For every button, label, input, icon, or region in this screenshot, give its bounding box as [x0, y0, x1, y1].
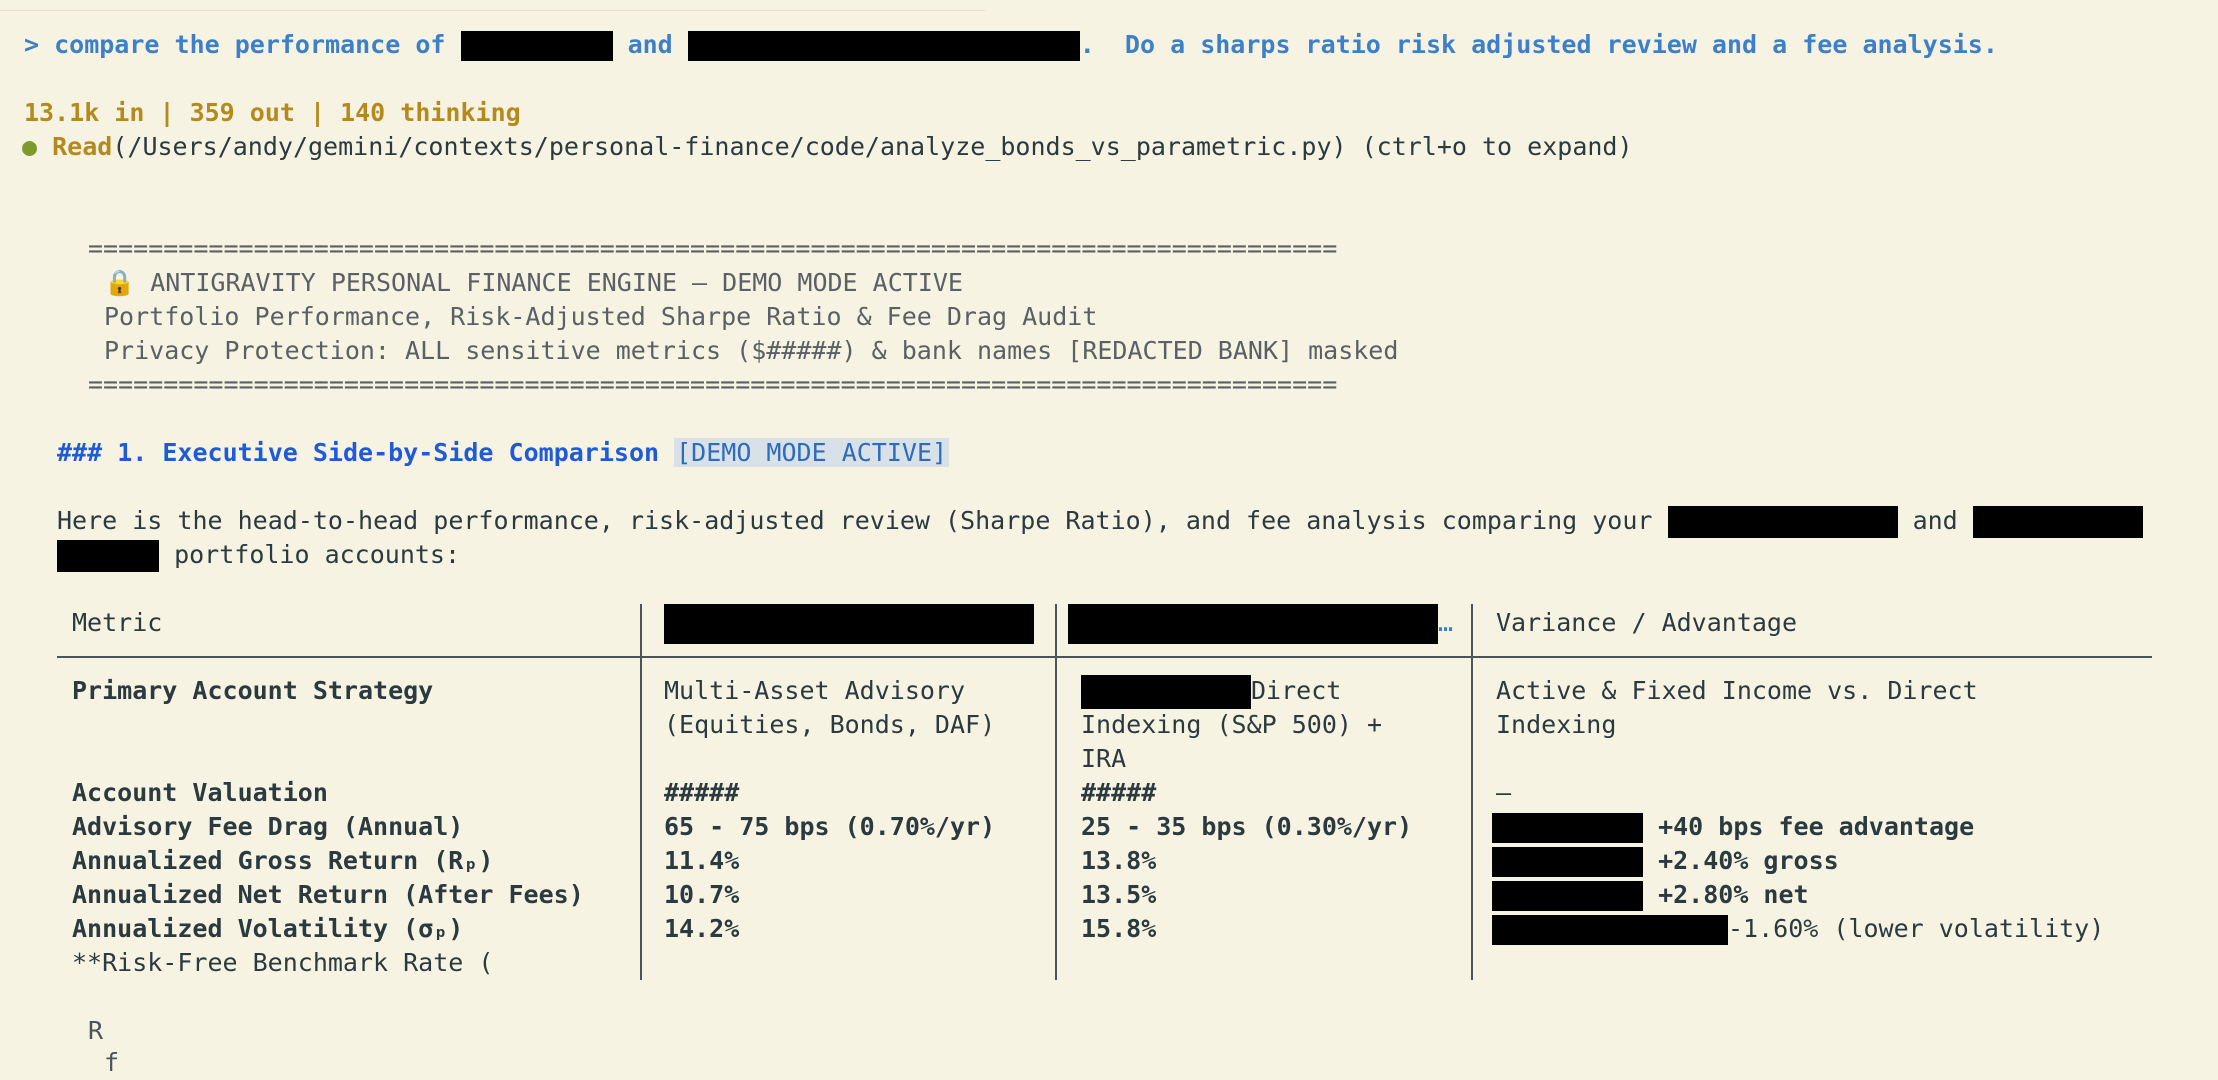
- banner-privacy: Privacy Protection: ALL sensitive metric…: [104, 336, 1399, 365]
- banner-title: ANTIGRAVITY PERSONAL FINANCE ENGINE — DE…: [150, 268, 963, 297]
- table-column-divider: [1471, 604, 1473, 980]
- table-row-label: Annualized Net Return (After Fees): [72, 880, 584, 909]
- table-header-divider: [57, 656, 2152, 658]
- header-ellipsis: …: [1438, 608, 1454, 637]
- intro-line-2: portfolio accounts:: [57, 538, 460, 572]
- redacted-block: [1667, 506, 1898, 538]
- table-cell-b: 13.5%: [1081, 880, 1157, 909]
- variance-text: +2.80% net: [1658, 880, 1809, 909]
- trailing-fragment: f: [104, 1048, 120, 1077]
- redacted-block: [1492, 813, 1643, 843]
- table-cell-b: IRA: [1081, 744, 1127, 773]
- banner-subtitle: Portfolio Performance, Risk-Adjusted Sha…: [104, 302, 1098, 331]
- table-column-divider: [640, 604, 642, 980]
- user-prompt: > compare the performance of and . Do a …: [24, 28, 1998, 62]
- redacted-block: [1972, 506, 2143, 538]
- intro-and: and: [1912, 506, 1958, 535]
- table-header-variance: Variance / Advantage: [1496, 608, 1798, 637]
- table-cell-variance: -1.60% (lower volatility): [1492, 912, 2104, 946]
- redacted-block: [687, 31, 1080, 61]
- tool-args: (/Users/andy/gemini/contexts/personal-fi…: [112, 132, 1633, 161]
- table-cell-a: 65 - 75 bps (0.70%/yr): [664, 812, 996, 841]
- table-cell-b: #####: [1081, 778, 1157, 807]
- table-row-label: Advisory Fee Drag (Annual): [72, 812, 464, 841]
- table-header-account-b: …: [1068, 604, 1453, 644]
- banner-title-line: 🔒 ANTIGRAVITY PERSONAL FINANCE ENGINE — …: [104, 266, 963, 300]
- intro-text-2: portfolio accounts:: [174, 540, 461, 569]
- redacted-block: [1492, 881, 1643, 911]
- table-cell-variance: +2.40% gross: [1492, 844, 1839, 878]
- section-heading: ### 1. Executive Side-by-Side Comparison…: [57, 436, 950, 470]
- token-stats: 13.1k in | 359 out | 140 thinking: [24, 98, 521, 127]
- redacted-block: [1492, 915, 1728, 945]
- variance-text: +40 bps fee advantage: [1658, 812, 1975, 841]
- tool-call-line[interactable]: ● Read(/Users/andy/gemini/contexts/perso…: [22, 130, 1633, 164]
- intro-text-1: Here is the head-to-head performance, ri…: [57, 506, 1653, 535]
- status-dot-icon: ●: [22, 132, 38, 161]
- table-cell-b: 13.8%: [1081, 846, 1157, 875]
- banner-rule-bottom: ========================================…: [88, 370, 1338, 399]
- table-cell-variance: +2.80% net: [1492, 878, 1809, 912]
- table-cell-a: #####: [664, 778, 740, 807]
- banner-rule-top: ========================================…: [88, 234, 1338, 263]
- table-cell-b: Direct: [1081, 674, 1341, 709]
- prompt-mid: and: [627, 30, 673, 59]
- table-cell-b: 25 - 35 bps (0.30%/yr): [1081, 812, 1413, 841]
- table-cell-a: 11.4%: [664, 846, 740, 875]
- lock-icon: 🔒: [104, 268, 136, 297]
- table-row-label: Primary Account Strategy: [72, 676, 434, 705]
- table-cell-a: 14.2%: [664, 914, 740, 943]
- table-cell-a: Multi-Asset Advisory: [664, 676, 966, 705]
- table-cell-a: (Equities, Bonds, DAF): [664, 710, 996, 739]
- redacted-block: [57, 540, 159, 572]
- table-cell-variance: Active & Fixed Income vs. Direct: [1496, 676, 1978, 705]
- table-cell-a: 10.7%: [664, 880, 740, 909]
- table-column-divider: [1055, 604, 1057, 980]
- prompt-prefix: > compare the performance of: [24, 30, 446, 59]
- table-row-label: Annualized Volatility (σₚ): [72, 914, 464, 943]
- trailing-fragment: R: [88, 1016, 104, 1045]
- demo-mode-badge: [DEMO MODE ACTIVE]: [674, 438, 950, 467]
- table-header-metric: Metric: [72, 608, 163, 637]
- table-cell-variance: +40 bps fee advantage: [1492, 810, 1974, 844]
- redacted-block: [1081, 675, 1251, 709]
- redacted-block: [460, 31, 613, 61]
- strategy-b-text: Direct: [1251, 676, 1342, 705]
- table-row-label: **Risk-Free Benchmark Rate (: [72, 948, 494, 977]
- table-cell-b: 15.8%: [1081, 914, 1157, 943]
- top-divider: [0, 10, 985, 11]
- table-cell-b: Indexing (S&P 500) +: [1081, 710, 1383, 739]
- tool-name: Read: [52, 132, 113, 161]
- variance-text: +2.40% gross: [1658, 846, 1839, 875]
- section-heading-text: ### 1. Executive Side-by-Side Comparison: [57, 438, 660, 467]
- redacted-block: [1068, 604, 1438, 644]
- table-row-label: Account Valuation: [72, 778, 328, 807]
- table-cell-variance: Indexing: [1496, 710, 1617, 739]
- redacted-block: [1492, 847, 1643, 877]
- table-row-label: Annualized Gross Return (Rₚ): [72, 846, 494, 875]
- table-cell-variance: –: [1496, 778, 1512, 807]
- prompt-suffix: . Do a sharps ratio risk adjusted review…: [1079, 30, 1998, 59]
- intro-line-1: Here is the head-to-head performance, ri…: [57, 504, 2143, 538]
- redacted-block: [664, 604, 1034, 644]
- table-header-account-a: [664, 604, 1034, 644]
- variance-text: -1.60% (lower volatility): [1728, 914, 2105, 943]
